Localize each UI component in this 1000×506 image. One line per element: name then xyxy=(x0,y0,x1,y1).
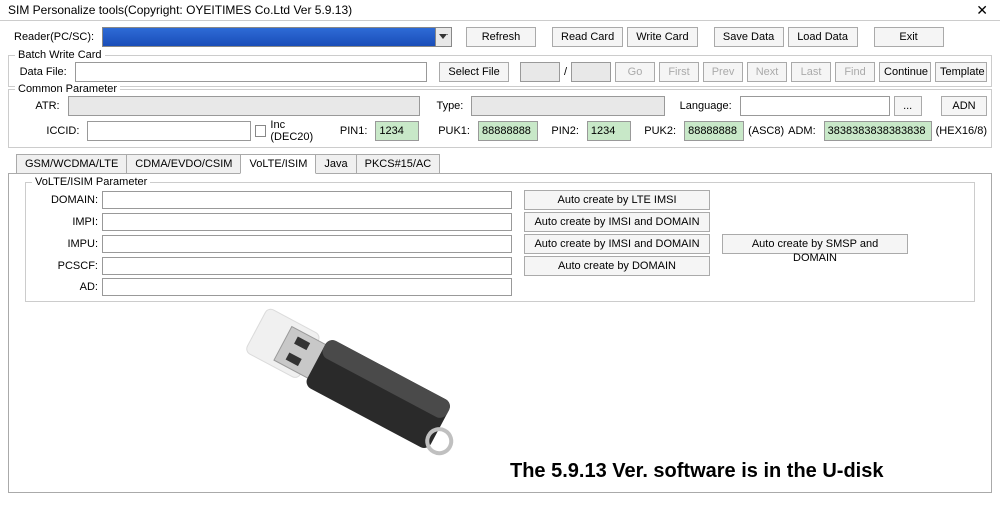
load-data-button[interactable]: Load Data xyxy=(788,27,858,47)
domain-label: DOMAIN: xyxy=(34,194,98,206)
select-file-button[interactable]: Select File xyxy=(439,62,509,82)
volte-legend: VoLTE/ISIM Parameter xyxy=(32,176,150,188)
impu-label: IMPU: xyxy=(34,238,98,250)
continue-button[interactable]: Continue xyxy=(879,62,931,82)
iccid-input[interactable] xyxy=(87,121,251,141)
puk2-input[interactable] xyxy=(684,121,744,141)
next-button[interactable]: Next xyxy=(747,62,787,82)
tab-pkcs[interactable]: PKCS#15/AC xyxy=(356,154,441,173)
type-input xyxy=(471,96,665,116)
go-button[interactable]: Go xyxy=(615,62,655,82)
domain-input[interactable] xyxy=(102,191,512,209)
pin2-label: PIN2: xyxy=(551,125,583,137)
auto-domain-button[interactable]: Auto create by DOMAIN xyxy=(524,256,710,276)
prev-button[interactable]: Prev xyxy=(703,62,743,82)
reader-label: Reader(PC/SC): xyxy=(14,31,98,43)
impu-input[interactable] xyxy=(102,235,512,253)
read-card-button[interactable]: Read Card xyxy=(552,27,623,47)
auto-smsp-domain-button[interactable]: Auto create by SMSP and DOMAIN xyxy=(722,234,908,254)
exit-button[interactable]: Exit xyxy=(874,27,944,47)
hex-label: (HEX16/8) xyxy=(936,125,987,137)
tab-gsm[interactable]: GSM/WCDMA/LTE xyxy=(16,154,127,173)
pin2-input[interactable] xyxy=(587,121,631,141)
find-button[interactable]: Find xyxy=(835,62,875,82)
auto-imsi-domain2-button[interactable]: Auto create by IMSI and DOMAIN xyxy=(524,234,710,254)
type-label: Type: xyxy=(436,100,467,112)
atr-label: ATR: xyxy=(13,100,64,112)
language-browse-button[interactable]: ... xyxy=(894,96,922,116)
common-legend: Common Parameter xyxy=(15,83,120,95)
atr-input xyxy=(68,96,420,116)
puk1-input[interactable] xyxy=(478,121,538,141)
refresh-button[interactable]: Refresh xyxy=(466,27,536,47)
usb-image xyxy=(230,290,490,490)
batch-pos-input[interactable] xyxy=(520,62,560,82)
adm-input[interactable] xyxy=(824,121,932,141)
adm-label: ADM: xyxy=(788,125,820,137)
batch-legend: Batch Write Card xyxy=(15,49,105,61)
pin1-label: PIN1: xyxy=(340,125,372,137)
first-button[interactable]: First xyxy=(659,62,699,82)
adn-button[interactable]: ADN xyxy=(941,96,987,116)
impi-input[interactable] xyxy=(102,213,512,231)
batch-slash: / xyxy=(564,66,567,78)
chevron-down-icon[interactable] xyxy=(435,28,451,46)
inc-checkbox[interactable] xyxy=(255,125,266,137)
impi-label: IMPI: xyxy=(34,216,98,228)
language-input[interactable] xyxy=(740,96,890,116)
inc-label: Inc (DEC20) xyxy=(270,119,324,143)
close-icon[interactable]: ✕ xyxy=(972,2,992,19)
datafile-label: Data File: xyxy=(13,66,71,78)
asc8-label: (ASC8) xyxy=(748,125,784,137)
batch-total-input xyxy=(571,62,611,82)
pcscf-input[interactable] xyxy=(102,257,512,275)
ad-label: AD: xyxy=(34,281,98,293)
auto-lte-imsi-button[interactable]: Auto create by LTE IMSI xyxy=(524,190,710,210)
caption-text: The 5.9.13 Ver. software is in the U-dis… xyxy=(510,460,883,483)
tab-java[interactable]: Java xyxy=(315,154,356,173)
pcscf-label: PCSCF: xyxy=(34,260,98,272)
template-button[interactable]: Template xyxy=(935,62,987,82)
tab-cdma[interactable]: CDMA/EVDO/CSIM xyxy=(126,154,241,173)
window-title: SIM Personalize tools(Copyright: OYEITIM… xyxy=(8,3,352,17)
auto-imsi-domain-button[interactable]: Auto create by IMSI and DOMAIN xyxy=(524,212,710,232)
iccid-label: ICCID: xyxy=(13,125,83,137)
reader-dropdown[interactable] xyxy=(102,27,452,47)
datafile-input[interactable] xyxy=(75,62,427,82)
pin1-input[interactable] xyxy=(375,121,419,141)
last-button[interactable]: Last xyxy=(791,62,831,82)
puk1-label: PUK1: xyxy=(438,125,474,137)
puk2-label: PUK2: xyxy=(644,125,680,137)
save-data-button[interactable]: Save Data xyxy=(714,27,784,47)
language-label: Language: xyxy=(680,100,736,112)
write-card-button[interactable]: Write Card xyxy=(627,27,697,47)
tab-volte[interactable]: VoLTE/ISIM xyxy=(240,154,316,174)
